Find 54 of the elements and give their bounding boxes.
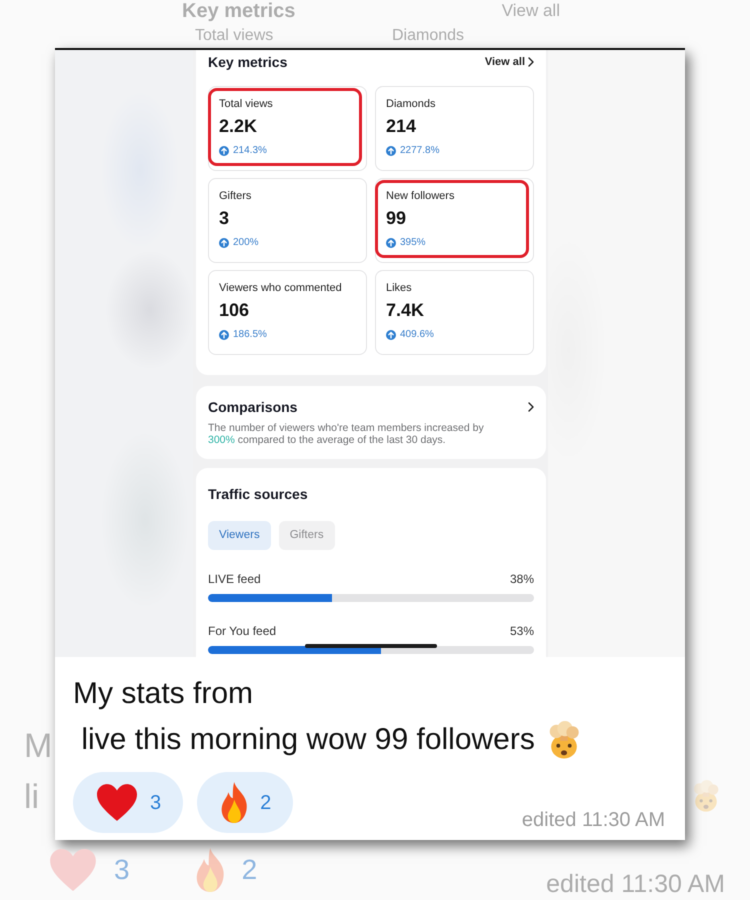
fire-icon bbox=[196, 848, 224, 892]
blurred-metric-label: Diamonds bbox=[392, 26, 464, 46]
section-title: Traffic sources bbox=[208, 485, 309, 503]
section-title: Comparisons bbox=[208, 398, 298, 416]
section-title: Key metrics bbox=[208, 53, 288, 71]
reaction-button[interactable]: 2 bbox=[197, 772, 294, 833]
metric-value: 2.2K bbox=[219, 115, 258, 137]
up-arrow-circle-icon bbox=[386, 146, 396, 156]
metric-label: New followers bbox=[386, 189, 456, 203]
metric-label: Likes bbox=[386, 281, 413, 295]
tab[interactable]: Gifters bbox=[278, 521, 335, 550]
fire-icon bbox=[221, 782, 248, 823]
blurred-heading: Key metrics bbox=[182, 0, 296, 22]
metric-value: 3 bbox=[219, 207, 230, 229]
change-percentage: 2277.8% bbox=[400, 144, 440, 158]
change-percentage: 186.5% bbox=[233, 328, 267, 342]
up-arrow-circle-icon bbox=[219, 330, 229, 340]
view-all-link[interactable]: View all bbox=[484, 55, 534, 69]
blurred-message-text: M bbox=[24, 726, 52, 767]
heart-icon bbox=[97, 784, 137, 821]
metric-label: Gifters bbox=[219, 189, 252, 203]
comparison-description: The number of viewers who're team members increased by 300% compared to the average of the last 30 days. bbox=[208, 422, 485, 446]
metric-value: 106 bbox=[219, 299, 250, 321]
blurred-message-text: li bbox=[24, 777, 40, 818]
blurred-reaction-count: 2 bbox=[242, 854, 258, 886]
tab[interactable]: Viewers bbox=[208, 521, 271, 550]
up-arrow-circle-icon bbox=[219, 238, 229, 248]
metric-label: Total views bbox=[219, 97, 274, 111]
change-percentage: 395% bbox=[400, 236, 426, 250]
blurred-link-text: View all bbox=[502, 1, 560, 21]
metric-label: Viewers who commented bbox=[219, 281, 343, 295]
chevron-right-icon[interactable] bbox=[528, 402, 534, 412]
up-arrow-circle-icon bbox=[386, 330, 396, 340]
up-arrow-circle-icon bbox=[386, 238, 396, 248]
source-percentage: 53% bbox=[510, 624, 534, 638]
metric-value: 7.4K bbox=[386, 299, 426, 321]
metric-label: Diamonds bbox=[386, 97, 437, 111]
blurred-reaction-count: 3 bbox=[114, 854, 130, 886]
reaction-button[interactable]: 3 bbox=[73, 772, 184, 833]
heart-icon bbox=[50, 849, 96, 891]
message-text: My stats from live this morning wow 99 followers bbox=[73, 676, 535, 758]
source-name: LIVE feed bbox=[208, 572, 261, 586]
up-arrow-circle-icon bbox=[219, 146, 229, 156]
source-name: For You feed bbox=[208, 624, 276, 638]
chevron-right-icon bbox=[528, 57, 534, 67]
blurred-metric-label: Total views bbox=[195, 26, 274, 46]
edited-timestamp: edited 11:30 AM bbox=[522, 808, 665, 832]
metric-value: 214 bbox=[386, 115, 418, 137]
source-percentage: 38% bbox=[510, 572, 534, 586]
metric-value: 99 bbox=[386, 207, 408, 229]
change-percentage: 409.6% bbox=[400, 328, 434, 342]
change-percentage: 214.3% bbox=[233, 144, 267, 158]
change-percentage: 200% bbox=[233, 236, 259, 250]
blurred-timestamp: edited 11:30 AM bbox=[546, 870, 725, 898]
